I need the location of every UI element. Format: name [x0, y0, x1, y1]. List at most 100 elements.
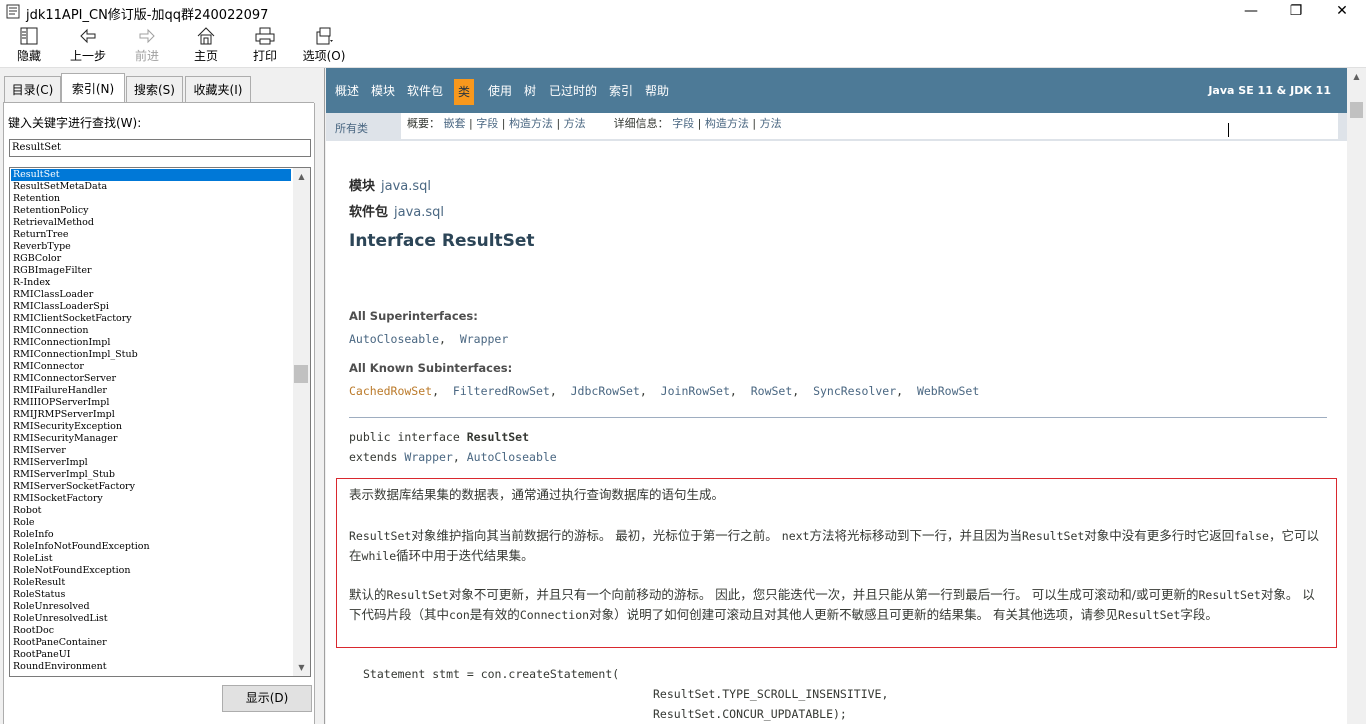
index-item[interactable]: RMIConnection	[11, 325, 291, 337]
index-item[interactable]: RMIConnector	[11, 361, 291, 373]
index-item[interactable]: RMIConnectorServer	[11, 373, 291, 385]
summary-nested-link[interactable]: 嵌套	[444, 117, 466, 130]
home-button[interactable]: 主页	[178, 25, 234, 65]
index-item[interactable]: ResultSetMetaData	[11, 181, 291, 193]
index-item[interactable]: RoleInfoNotFoundException	[11, 541, 291, 553]
index-item[interactable]: ReturnTree	[11, 229, 291, 241]
index-item[interactable]: RMIClassLoader	[11, 289, 291, 301]
detail-method-link[interactable]: 方法	[760, 117, 782, 130]
tab-search[interactable]: 搜索(S)	[126, 76, 183, 103]
subinterface-link[interactable]: JdbcRowSet	[571, 384, 640, 398]
index-item[interactable]: Role	[11, 517, 291, 529]
module-link[interactable]: java.sql	[381, 179, 431, 194]
scroll-thumb[interactable]	[1350, 102, 1363, 118]
index-item[interactable]: Robot	[11, 505, 291, 517]
subinterface-link[interactable]: FilteredRowSet	[453, 384, 550, 398]
tab-contents[interactable]: 目录(C)	[4, 76, 61, 103]
pane-splitter[interactable]	[318, 68, 325, 724]
summary-field-link[interactable]: 字段	[476, 117, 498, 130]
subinterface-link[interactable]: CachedRowSet	[349, 384, 432, 398]
index-item[interactable]: RMIServerImpl	[11, 457, 291, 469]
nav-use[interactable]: 使用	[488, 84, 512, 98]
nav-index[interactable]: 索引	[609, 84, 633, 98]
index-scrollbar[interactable]: ▲ ▼	[293, 168, 310, 676]
nav-help[interactable]: 帮助	[645, 84, 669, 98]
index-item[interactable]: RMISocketFactory	[11, 493, 291, 505]
index-item[interactable]: RoleUnresolvedList	[11, 613, 291, 625]
code-next: next	[781, 529, 810, 543]
subinterface-link[interactable]: SyncResolver	[813, 384, 896, 398]
page-title: Interface ResultSet	[349, 231, 535, 251]
show-button[interactable]: 显示(D)	[222, 685, 312, 712]
subinterface-link[interactable]: JoinRowSet	[661, 384, 730, 398]
superinterface-link[interactable]: AutoCloseable	[349, 332, 439, 346]
index-item[interactable]: RMIFailureHandler	[11, 385, 291, 397]
index-item[interactable]: RGBImageFilter	[11, 265, 291, 277]
nav-class[interactable]: 类	[454, 79, 475, 105]
index-item[interactable]: RoleInfo	[11, 529, 291, 541]
close-button[interactable]: ✕	[1319, 0, 1365, 23]
index-item[interactable]: ReverbType	[11, 241, 291, 253]
index-item[interactable]: RootDoc	[11, 625, 291, 637]
content-scrollbar[interactable]: ▲	[1347, 68, 1366, 724]
summary-constructor-link[interactable]: 构造方法	[509, 117, 553, 130]
index-item[interactable]: RMIConnectionImpl_Stub	[11, 349, 291, 361]
index-item[interactable]: RMIIIOPServerImpl	[11, 397, 291, 409]
index-item[interactable]: RoleResult	[11, 577, 291, 589]
desc-paragraph-2: ResultSet对象维护指向其当前数据行的游标。 最初，光标位于第一行之前。 …	[349, 526, 1319, 566]
index-item[interactable]: RMISecurityException	[11, 421, 291, 433]
scroll-thumb[interactable]	[294, 365, 308, 383]
superinterface-link[interactable]: Wrapper	[460, 332, 508, 346]
nav-tree[interactable]: 树	[524, 84, 536, 98]
index-item[interactable]: RMIClientSocketFactory	[11, 313, 291, 325]
index-item[interactable]: RGBColor	[11, 253, 291, 265]
options-button[interactable]: 选项(O)	[296, 25, 352, 65]
detail-field-link[interactable]: 字段	[672, 117, 694, 130]
scroll-up-icon[interactable]: ▲	[293, 168, 310, 185]
tab-favorites[interactable]: 收藏夹(I)	[185, 76, 251, 103]
hide-button[interactable]: 隐藏	[1, 25, 57, 65]
keyword-input[interactable]	[9, 139, 311, 157]
index-item[interactable]: RetentionPolicy	[11, 205, 291, 217]
nav-deprecated[interactable]: 已过时的	[549, 84, 597, 98]
scroll-down-icon[interactable]: ▼	[293, 659, 310, 676]
scroll-up-icon[interactable]: ▲	[1347, 68, 1366, 85]
package-link[interactable]: java.sql	[394, 205, 444, 220]
nav-module[interactable]: 模块	[371, 84, 395, 98]
index-item[interactable]: RootPaneContainer	[11, 637, 291, 649]
index-item[interactable]: RetrievalMethod	[11, 217, 291, 229]
index-item[interactable]: ResultSet	[11, 169, 291, 181]
nav-package[interactable]: 软件包	[407, 84, 443, 98]
index-item[interactable]: RoleNotFoundException	[11, 565, 291, 577]
sig-wrapper-link[interactable]: Wrapper	[404, 450, 452, 464]
home-label: 主页	[193, 49, 218, 63]
index-item[interactable]: RoleUnresolved	[11, 601, 291, 613]
detail-constructor-link[interactable]: 构造方法	[705, 117, 749, 130]
index-item[interactable]: R-Index	[11, 277, 291, 289]
subinterface-link[interactable]: RowSet	[751, 384, 793, 398]
index-item[interactable]: RMIServerSocketFactory	[11, 481, 291, 493]
summary-method-link[interactable]: 方法	[564, 117, 586, 130]
sig-autocloseable-link[interactable]: AutoCloseable	[467, 450, 557, 464]
minimize-button[interactable]: —	[1228, 0, 1274, 23]
all-classes-link[interactable]: 所有类	[335, 120, 368, 136]
forward-button[interactable]: 前进	[119, 25, 175, 65]
index-list[interactable]: ResultSet ResultSetMetaData Retention Reten…	[9, 167, 311, 677]
maximize-button[interactable]: ❐	[1273, 0, 1319, 23]
index-item[interactable]: RMIServerImpl_Stub	[11, 469, 291, 481]
print-button[interactable]: 打印	[237, 25, 293, 65]
index-item[interactable]: RMIConnectionImpl	[11, 337, 291, 349]
index-item[interactable]: RoleList	[11, 553, 291, 565]
index-item[interactable]: RMIClassLoaderSpi	[11, 301, 291, 313]
back-button[interactable]: 上一步	[60, 25, 116, 65]
index-item[interactable]: RoleStatus	[11, 589, 291, 601]
subinterface-link[interactable]: WebRowSet	[917, 384, 979, 398]
nav-overview[interactable]: 概述	[335, 84, 359, 98]
index-item[interactable]: RootPaneUI	[11, 649, 291, 661]
index-item[interactable]: Retention	[11, 193, 291, 205]
index-item[interactable]: RMISecurityManager	[11, 433, 291, 445]
index-item[interactable]: RMIServer	[11, 445, 291, 457]
index-item[interactable]: RoundEnvironment	[11, 661, 291, 673]
index-item[interactable]: RMIJRMPServerImpl	[11, 409, 291, 421]
tab-index[interactable]: 索引(N)	[61, 73, 125, 104]
